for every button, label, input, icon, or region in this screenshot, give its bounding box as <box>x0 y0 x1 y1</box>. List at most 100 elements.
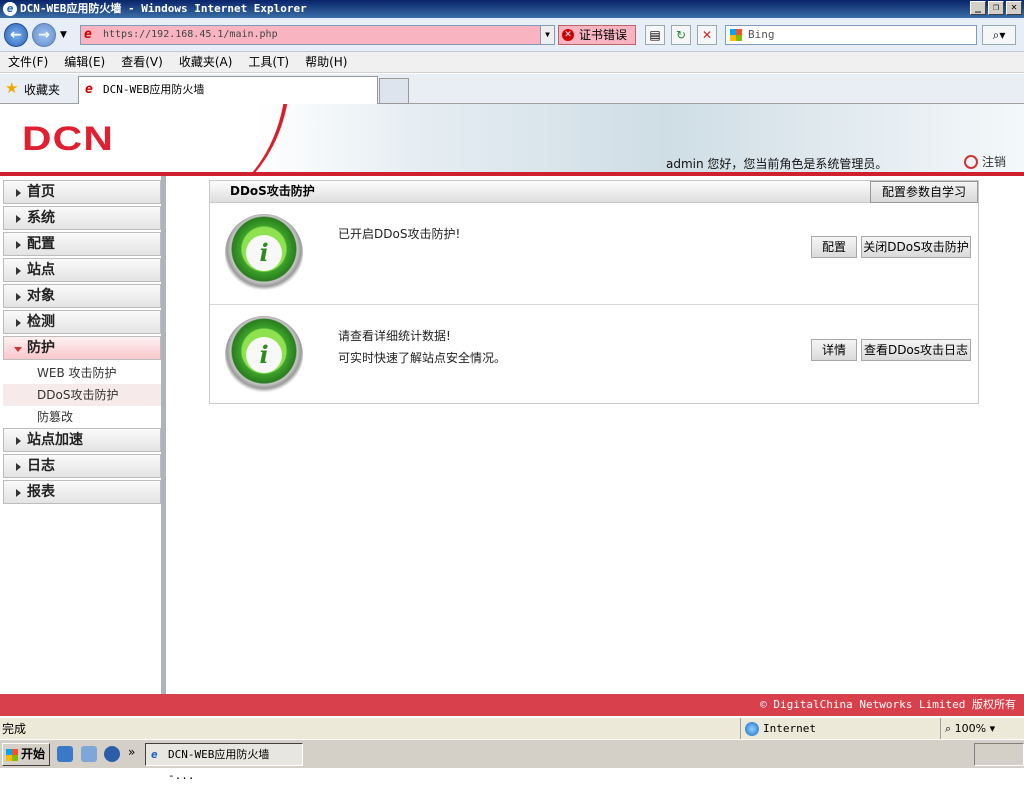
sidebar-subitem-web-attack[interactable]: WEB 攻击防护 <box>3 362 161 384</box>
sidebar-item-sites[interactable]: 站点 <box>3 258 161 282</box>
stats-row: i 请查看详细统计数据! 可实时快速了解站点安全情况。 详情 查看DDos攻击日… <box>210 304 978 404</box>
zone-label: Internet <box>763 722 816 735</box>
server-manager-icon[interactable] <box>81 746 97 762</box>
sidebar-item-label: 系统 <box>27 210 55 226</box>
auto-learn-button[interactable]: 配置参数自学习 <box>870 181 978 203</box>
triangle-right-icon <box>16 189 21 197</box>
ddos-panel: DDoS攻击防护 配置参数自学习 i 已开启DDoS攻击防护! 配置 关闭DDo… <box>209 180 979 404</box>
menu-view[interactable]: 查看(V) <box>121 52 163 72</box>
tab-title: DCN-WEB应用防火墙 <box>103 83 205 96</box>
refresh-icon[interactable]: ↻ <box>671 25 691 45</box>
address-dropdown-icon[interactable]: ▼ <box>540 26 554 44</box>
sidebar-item-config[interactable]: 配置 <box>3 232 161 256</box>
magnifier-icon: ⌕ <box>945 722 955 735</box>
panel-header: DDoS攻击防护 配置参数自学习 <box>210 181 978 203</box>
sidebar-item-label: 站点 <box>27 262 55 278</box>
logout-link[interactable]: 注销 <box>964 153 1006 170</box>
page-footer: © DigitalChina Networks Limited 版权所有 <box>0 694 1024 716</box>
sidebar-item-label: 检测 <box>27 314 55 330</box>
powershell-icon[interactable] <box>104 746 120 762</box>
status-text: 已开启DDoS攻击防护! <box>338 227 461 241</box>
new-tab-button[interactable] <box>379 78 409 104</box>
config-button[interactable]: 配置 <box>811 236 857 258</box>
triangle-right-icon <box>16 489 21 497</box>
browser-tab[interactable]: e DCN-WEB应用防火墙 <box>78 76 378 104</box>
view-ddos-log-button[interactable]: 查看DDos攻击日志 <box>861 339 971 361</box>
menu-edit[interactable]: 编辑(E) <box>64 52 105 72</box>
menu-file[interactable]: 文件(F) <box>8 52 48 72</box>
window-title-bar: e DCN-WEB应用防火墙 - Windows Internet Explor… <box>0 0 1024 18</box>
sidebar-item-label: 对象 <box>27 288 55 304</box>
stop-icon[interactable]: ✕ <box>697 25 717 45</box>
menu-bar: 文件(F) 编辑(E) 查看(V) 收藏夹(A) 工具(T) 帮助(H) <box>0 52 1024 73</box>
zoom-control[interactable]: ⌕ 100% ▾ <box>940 718 1024 740</box>
sidebar-item-label: 配置 <box>27 236 55 252</box>
sidebar-subitem-ddos[interactable]: DDoS攻击防护 <box>3 384 161 406</box>
sidebar-item-logs[interactable]: 日志 <box>3 454 161 478</box>
sidebar-subitem-tamper[interactable]: 防篡改 <box>3 406 161 428</box>
info-icon: i <box>225 316 303 394</box>
banner-swoosh <box>170 104 290 172</box>
sidebar-item-reports[interactable]: 报表 <box>3 480 161 504</box>
menu-tools[interactable]: 工具(T) <box>248 52 289 72</box>
star-icon[interactable]: ★ <box>5 80 18 96</box>
details-button[interactable]: 详情 <box>811 339 857 361</box>
key-icon <box>964 155 978 169</box>
triangle-right-icon <box>16 437 21 445</box>
sidebar-item-label: 日志 <box>27 458 55 474</box>
status-text: 完成 <box>2 722 27 736</box>
back-button[interactable]: ← <box>4 23 28 47</box>
sidebar-item-detection[interactable]: 检测 <box>3 310 161 334</box>
main-content: DDoS攻击防护 配置参数自学习 i 已开启DDoS攻击防护! 配置 关闭DDo… <box>166 176 1024 694</box>
sidebar-item-label: 站点加速 <box>27 432 83 448</box>
favorites-bar: ★ 收藏夹 e DCN-WEB应用防火墙 <box>0 74 1024 104</box>
triangle-right-icon <box>16 241 21 249</box>
system-tray <box>974 743 1024 766</box>
sidebar-item-label: 防护 <box>27 340 55 356</box>
favorites-button[interactable]: 收藏夹 <box>24 81 60 98</box>
menu-favorites[interactable]: 收藏夹(A) <box>179 52 233 72</box>
taskbar-task-label: DCN-WEB应用防火墙 -... <box>168 748 270 782</box>
status-row: i 已开启DDoS攻击防护! 配置 关闭DDoS攻击防护 <box>210 203 978 303</box>
welcome-text: admin 您好，您当前角色是系统管理员。 <box>666 157 888 171</box>
ie-icon: e <box>3 2 17 16</box>
dcn-logo: DCN <box>22 120 115 158</box>
status-bar: 完成 Internet ⌕ 100% ▾ <box>0 717 1024 740</box>
forward-button[interactable]: → <box>32 23 56 47</box>
certificate-error-button[interactable]: ✕ 证书错误 <box>558 25 636 45</box>
address-url: https://192.168.45.1/main.php <box>103 29 278 40</box>
history-dropdown-icon[interactable]: ▼ <box>60 30 67 40</box>
maximize-button[interactable]: ❐ <box>988 1 1004 15</box>
menu-help[interactable]: 帮助(H) <box>305 52 347 72</box>
page-header-banner: DCN admin 您好，您当前角色是系统管理员。 注销 <box>0 104 1024 176</box>
triangle-right-icon <box>16 267 21 275</box>
search-placeholder: Bing <box>748 28 775 41</box>
stats-text-line2: 可实时快速了解站点安全情况。 <box>338 351 507 365</box>
start-button[interactable]: 开始 <box>2 743 50 766</box>
triangle-right-icon <box>16 463 21 471</box>
sidebar-item-objects[interactable]: 对象 <box>3 284 161 308</box>
start-label: 开始 <box>21 747 46 761</box>
sidebar-item-home[interactable]: 首页 <box>3 180 161 204</box>
page-icon: e <box>84 27 92 42</box>
compatibility-icon[interactable]: ▤ <box>645 25 665 45</box>
triangle-right-icon <box>16 319 21 327</box>
security-zone: Internet <box>740 718 890 740</box>
panel-title: DDoS攻击防护 <box>230 184 315 198</box>
sidebar: 首页 系统 配置 站点 对象 检测 防护 WEB 攻击防护 DDoS攻击防护 防… <box>0 176 166 694</box>
sidebar-item-protection[interactable]: 防护 <box>3 336 161 360</box>
search-icon[interactable]: ⌕▾ <box>982 25 1016 45</box>
chevron-right-icon[interactable]: » <box>128 745 135 759</box>
minimize-button[interactable]: _ <box>970 1 986 15</box>
ie-quicklaunch-icon[interactable] <box>57 746 73 762</box>
taskbar-ie-window[interactable]: e DCN-WEB应用防火墙 -... <box>145 743 303 782</box>
stats-text-line1: 请查看详细统计数据! <box>338 329 451 343</box>
sidebar-item-label: 报表 <box>27 484 55 500</box>
sidebar-item-system[interactable]: 系统 <box>3 206 161 230</box>
sidebar-item-acceleration[interactable]: 站点加速 <box>3 428 161 452</box>
close-window-button[interactable]: ✕ <box>1006 1 1022 15</box>
disable-ddos-button[interactable]: 关闭DDoS攻击防护 <box>861 236 971 258</box>
triangle-right-icon <box>16 215 21 223</box>
search-input[interactable]: Bing <box>725 25 977 45</box>
address-bar[interactable]: e https://192.168.45.1/main.php ▼ <box>80 25 555 45</box>
